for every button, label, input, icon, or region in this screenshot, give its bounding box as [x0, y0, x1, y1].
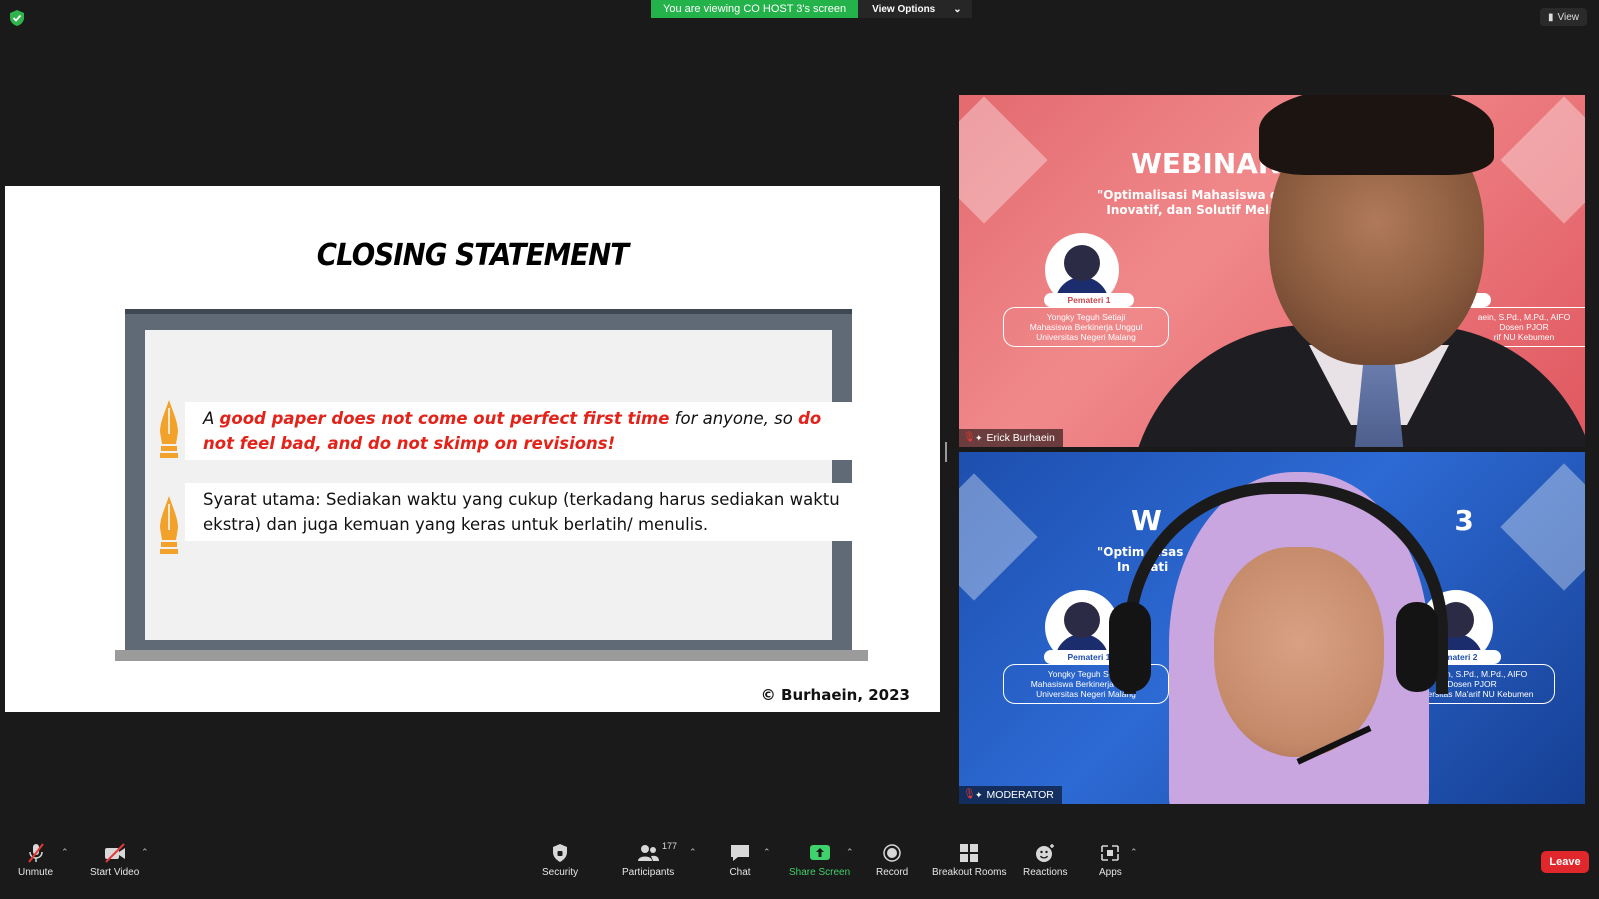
bullet1-part-a: A	[203, 409, 220, 428]
bullet1-part-b: good paper does not come out perfect fir…	[219, 409, 670, 428]
record-icon	[883, 844, 901, 862]
leave-button[interactable]: Leave	[1541, 851, 1589, 873]
apps-button[interactable]: Apps	[1099, 843, 1122, 878]
chat-options-caret[interactable]: ⌃	[763, 847, 771, 858]
speaker-badge: Pemateri 1	[1044, 293, 1134, 307]
start-video-button[interactable]: Start Video	[90, 843, 139, 878]
laptop-base	[115, 650, 868, 661]
screen-share-banner: You are viewing CO HOST 3's screen View …	[651, 0, 972, 18]
mic-off-icon	[27, 843, 44, 863]
shared-screen: CLOSING STATEMENT A good paper does not …	[5, 186, 940, 712]
video-tile-erick[interactable]: WEBINAR "Optimalisasi Mahasiswa da Inova…	[959, 95, 1585, 447]
headset-earcup	[1396, 602, 1438, 692]
mic-off-icon: 🎙	[963, 789, 976, 800]
breakout-rooms-button[interactable]: Breakout Rooms	[932, 843, 1006, 878]
reactions-icon	[1036, 844, 1055, 862]
chevron-down-icon: ⌄	[953, 3, 962, 15]
reactions-label: Reactions	[1023, 867, 1068, 878]
participants-options-caret[interactable]: ⌃	[689, 847, 697, 858]
laptop-graphic: A good paper does not come out perfect f…	[125, 309, 903, 654]
slide-bullet-2: Syarat utama: Sediakan waktu yang cukup …	[185, 483, 903, 541]
view-button-label: View	[1557, 11, 1580, 23]
security-button[interactable]: Security	[542, 843, 578, 878]
participant-name-tag: 🎙 ✦ MODERATOR	[959, 786, 1062, 804]
mic-off-icon: 🎙	[963, 432, 976, 443]
video-tile-moderator[interactable]: W 3 "Optim isas nga e Kreatif, In vati K…	[959, 452, 1585, 804]
webinar-bg-subtitle: "Optimalisasi Mahasiswa da Inovatif, dan…	[1097, 188, 1287, 217]
share-options-caret[interactable]: ⌃	[846, 847, 854, 858]
apps-icon	[1101, 845, 1120, 861]
apps-label: Apps	[1099, 867, 1122, 878]
breakout-rooms-icon	[960, 844, 979, 862]
share-screen-button[interactable]: Share Screen	[789, 843, 850, 878]
panel-splitter[interactable]	[945, 442, 947, 462]
pin-icon: ✦	[975, 789, 983, 800]
pen-nib-icon	[160, 496, 178, 554]
chat-button[interactable]: Chat	[729, 843, 751, 878]
webinar-bg-title: WEBINAR	[1131, 147, 1280, 180]
speaker-details: Yongky Teguh Setiaji Mahasiswa Berkinerj…	[1003, 307, 1169, 347]
chat-label: Chat	[729, 867, 751, 878]
headset-earcup	[1109, 602, 1151, 692]
video-off-icon	[104, 843, 125, 863]
record-button[interactable]: Record	[876, 843, 908, 878]
slide-title: CLOSING STATEMENT	[316, 238, 629, 273]
unmute-button[interactable]: Unmute	[18, 843, 53, 878]
participant-name: MODERATOR	[986, 789, 1054, 801]
bg-decoration	[1500, 96, 1585, 224]
audio-options-caret[interactable]: ⌃	[61, 847, 69, 858]
bg-decoration	[959, 96, 1048, 224]
breakout-rooms-label: Breakout Rooms	[932, 867, 1007, 878]
participant-name-tag: 🎙 ✦ Erick Burhaein	[959, 429, 1063, 447]
apps-options-caret[interactable]: ⌃	[1130, 847, 1138, 858]
laptop-screen-area: A good paper does not come out perfect f…	[145, 330, 903, 640]
record-label: Record	[876, 867, 909, 878]
security-label: Security	[542, 867, 579, 878]
unmute-label: Unmute	[18, 867, 54, 878]
pen-nib-icon	[160, 400, 178, 458]
layout-icon: ▮	[1547, 11, 1554, 23]
meeting-toolbar: Unmute ⌃ Start Video ⌃ Security 177 Part…	[0, 837, 1599, 899]
security-shield-icon	[553, 844, 568, 862]
view-layout-button[interactable]: ▮ View	[1539, 8, 1587, 26]
bullet1-part-c: for anyone, so	[669, 409, 799, 428]
pin-icon: ✦	[975, 432, 983, 443]
view-options-dropdown[interactable]: View Options ⌄	[858, 0, 972, 18]
viewing-indicator: You are viewing CO HOST 3's screen	[651, 0, 859, 18]
video-options-caret[interactable]: ⌃	[141, 847, 149, 858]
participants-icon	[638, 845, 660, 861]
share-screen-label: Share Screen	[789, 867, 851, 878]
participants-label: Participants	[622, 867, 675, 878]
slide-bullet-1: A good paper does not come out perfect f…	[185, 402, 903, 460]
participant-name: Erick Burhaein	[986, 432, 1055, 444]
start-video-label: Start Video	[90, 867, 140, 878]
chat-icon	[731, 845, 749, 861]
shield-icon[interactable]	[10, 10, 24, 26]
participants-count: 177	[662, 841, 678, 851]
slide-copyright: © Burhaein, 2023	[760, 686, 910, 704]
bg-decoration	[959, 473, 1038, 601]
reactions-button[interactable]: Reactions	[1023, 843, 1067, 878]
view-options-label: View Options	[872, 3, 936, 15]
bg-decoration	[1500, 463, 1585, 591]
participant-hair	[1259, 95, 1494, 175]
participants-button[interactable]: 177 Participants	[622, 841, 678, 878]
share-screen-icon	[809, 845, 830, 860]
